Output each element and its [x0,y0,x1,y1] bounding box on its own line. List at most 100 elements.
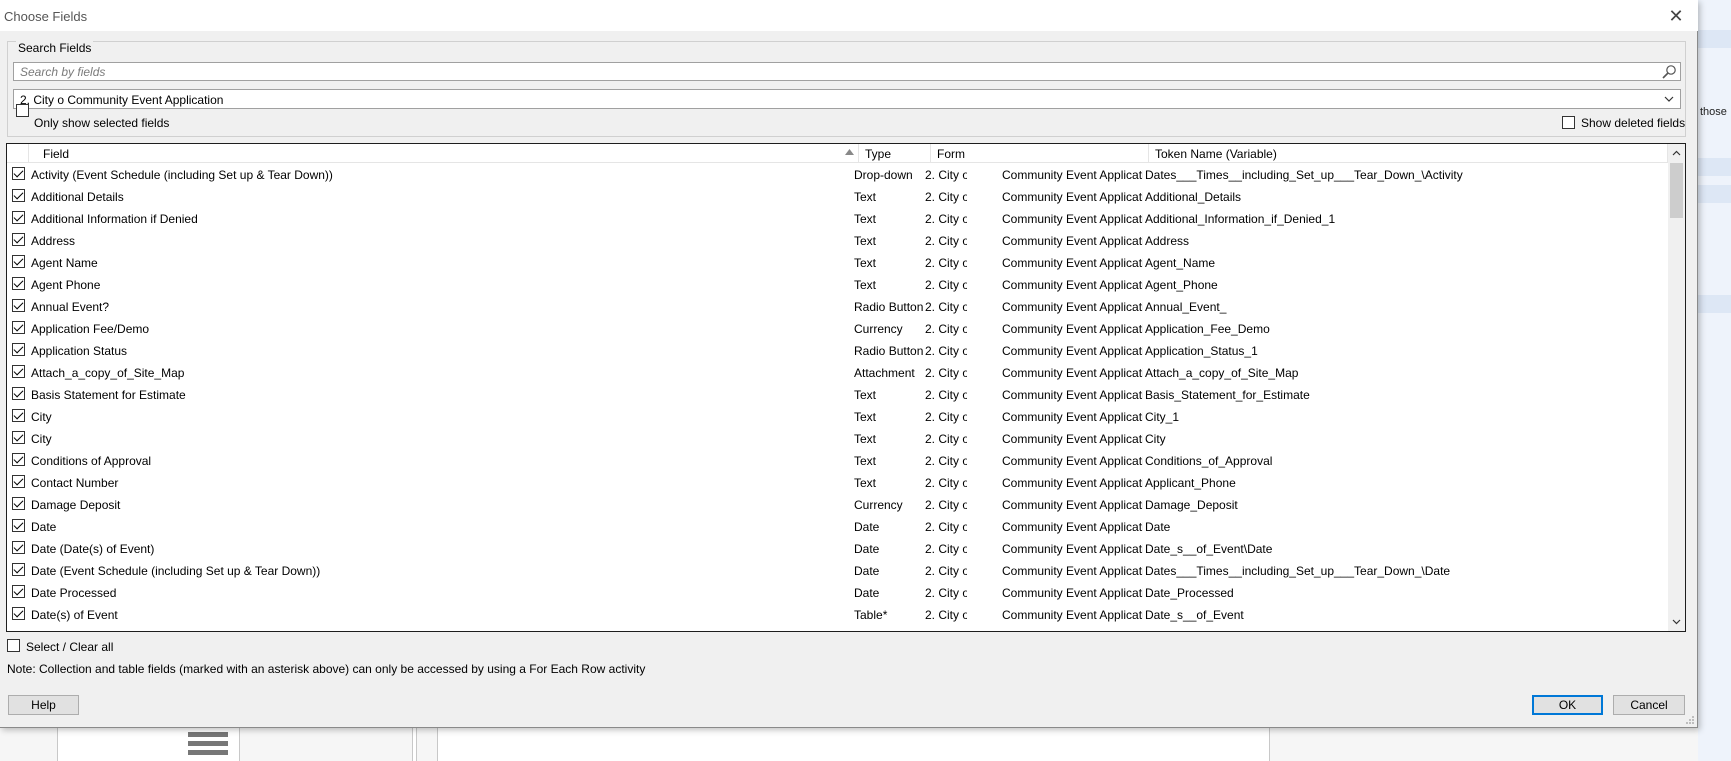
row-checkbox[interactable] [12,541,25,554]
list-body: Activity (Event Schedule (including Set … [7,163,1668,631]
show-deleted-checkbox[interactable] [1562,116,1575,129]
column-header-field-label: Field [43,147,70,161]
table-row[interactable]: Annual Event? Radio Button2. City of Commu… [7,295,1668,317]
row-checkbox[interactable] [12,277,25,290]
chevron-down-icon[interactable] [1662,92,1676,106]
field-cell: Contact Number [31,476,119,490]
form-cell-name: Community Event Application [1002,190,1143,204]
form-cell-name: Community Event Application [1002,388,1143,402]
row-checkbox[interactable] [12,365,25,378]
select-all-checkbox[interactable] [7,639,20,652]
token-cell: Application_Status_1 [1145,344,1258,358]
column-header-token[interactable]: Token Name (Variable) [1149,144,1668,163]
show-deleted-label: Show deleted fields [1581,116,1686,130]
scroll-down-icon[interactable] [1671,616,1682,627]
form-cell-prefix: 2. City of [925,586,967,600]
form-cell-prefix: 2. City of [925,410,967,424]
column-header-form[interactable]: Form [931,144,1149,163]
type-cell: Date [854,564,880,578]
row-checkbox[interactable] [12,321,25,334]
row-checkbox[interactable] [12,299,25,312]
form-cell-prefix: 2. City of [925,212,967,226]
row-checkbox[interactable] [12,431,25,444]
cancel-button[interactable]: Cancel [1613,695,1685,715]
table-row[interactable]: Agent Name Text 2. City of I Community Even… [7,251,1668,273]
background-strip [1698,185,1731,203]
form-cell-name: Community Event Application [1002,234,1143,248]
table-row[interactable]: Agent Phone Text 2. City of Community Event… [7,273,1668,295]
only-selected-checkbox[interactable] [16,104,29,117]
table-row[interactable]: Application Fee/Demo Currency 2. City of E… [7,317,1668,339]
table-row[interactable]: Application Status Radio Button2. City of… [7,339,1668,361]
table-row[interactable]: Additional Information if Denied Text 2. C… [7,207,1668,229]
search-input[interactable] [14,63,1644,80]
form-cell-name: Community Event Application [1002,498,1143,512]
search-box [13,62,1681,81]
row-checkbox[interactable] [12,519,25,532]
table-row[interactable]: Additional Details Text 2. City of Communit… [7,185,1668,207]
row-checkbox[interactable] [12,585,25,598]
background-panel [412,728,417,761]
dialog-titlebar[interactable]: Choose Fields ✕ [0,0,1698,31]
scrollbar-thumb[interactable] [1670,163,1683,218]
table-row[interactable]: Date(s) of Event Table* 2. City o Community… [7,603,1668,625]
row-checkbox[interactable] [12,233,25,246]
table-row[interactable]: Basis Statement for Estimate Text 2. City … [7,383,1668,405]
field-cell: Date(s) of Event [31,608,118,622]
header-checkbox-col [7,144,29,163]
row-checkbox[interactable] [12,497,25,510]
table-row[interactable]: Date Processed Date 2. City of Community Ev… [7,581,1668,603]
token-cell: Dates___Times__including_Set_up___Tear_D… [1145,564,1451,578]
table-row[interactable]: Conditions of Approval Text 2. City of Comm… [7,449,1668,471]
row-checkbox[interactable] [12,409,25,422]
resize-grip-icon[interactable] [1685,715,1695,725]
table-row[interactable]: City Text 2. City of Community Event Applic… [7,427,1668,449]
form-cell-prefix: 2. City of [925,300,967,314]
field-cell: Date (Event Schedule (including Set up &… [31,564,321,578]
type-cell: Text [854,256,877,270]
table-row[interactable]: Date (Date(s) of Event) Date 2. City of Com… [7,537,1668,559]
form-cell-name: Community Event Application [1002,608,1143,622]
table-row[interactable]: Date Date 2. City o Community Event Applica… [7,515,1668,537]
row-checkbox[interactable] [12,189,25,202]
type-cell: Text [854,234,877,248]
row-checkbox[interactable] [12,167,25,180]
row-checkbox[interactable] [12,453,25,466]
table-row[interactable]: Address Text 2. City of Community Event App… [7,229,1668,251]
table-row[interactable]: Activity (Event Schedule (including Set … [7,163,1668,185]
form-cell-prefix: 2. City of [925,190,967,204]
form-dropdown[interactable]: 2. City o Community Event Application [13,89,1681,109]
token-cell: Additional_Information_if_Denied_1 [1145,212,1336,226]
token-cell: Annual_Event_ [1145,300,1227,314]
close-button[interactable]: ✕ [1664,4,1688,28]
row-checkbox[interactable] [12,475,25,488]
scroll-up-icon[interactable] [1671,148,1682,159]
token-cell: Attach_a_copy_of_Site_Map [1145,366,1299,380]
column-header-type-label: Type [865,147,892,161]
row-checkbox[interactable] [12,607,25,620]
dialog-title: Choose Fields [4,9,88,24]
table-row[interactable]: City Text 2. City of Community Event Applic… [7,405,1668,427]
table-row[interactable]: Contact Number Text 2. City of Community Ev… [7,471,1668,493]
table-row[interactable]: Date (Event Schedule (including Set up &… [7,559,1668,581]
form-cell-name: Community Event Application [1002,520,1143,534]
help-button[interactable]: Help [8,695,79,715]
column-header-type[interactable]: Type [859,144,931,163]
table-row[interactable]: Attach_a_copy_of_Site_Map Attachment 2. Ci… [7,361,1668,383]
field-cell: Date (Date(s) of Event) [31,542,155,556]
search-icon[interactable] [1661,64,1677,80]
column-header-field[interactable]: Field [29,144,859,163]
close-icon: ✕ [1668,6,1684,26]
form-cell-name: Community Event Application [1002,300,1143,314]
fields-list[interactable]: Field Type Form Token Name (Variable) Ac… [6,143,1686,632]
field-cell: Damage Deposit [31,498,121,512]
token-cell: Damage_Deposit [1145,498,1238,512]
row-checkbox[interactable] [12,255,25,268]
row-checkbox[interactable] [12,563,25,576]
row-checkbox[interactable] [12,211,25,224]
vertical-scrollbar[interactable] [1668,144,1685,631]
ok-button[interactable]: OK [1532,695,1603,715]
row-checkbox[interactable] [12,387,25,400]
table-row[interactable]: Damage Deposit Currency 2. City o Community… [7,493,1668,515]
row-checkbox[interactable] [12,343,25,356]
